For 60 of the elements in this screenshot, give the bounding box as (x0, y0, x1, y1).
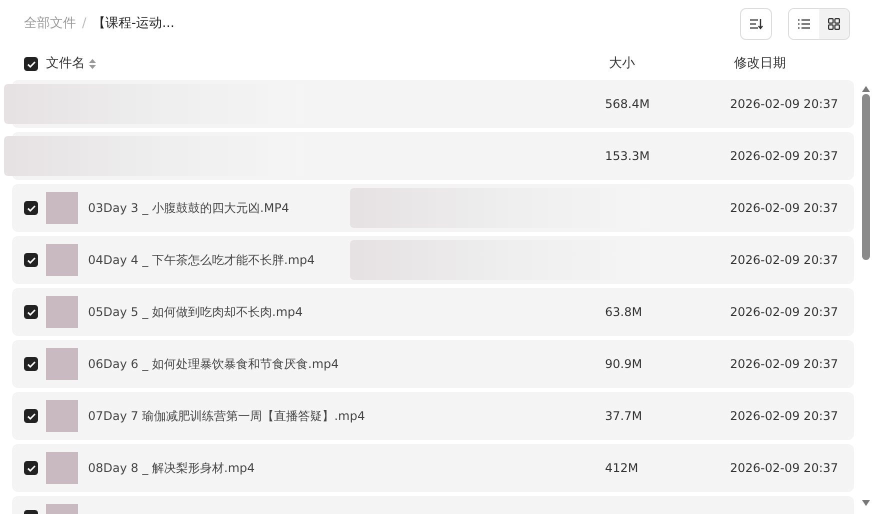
column-header[interactable]: 修改日期 (734, 56, 786, 72)
file-size: 153.3M (605, 149, 650, 163)
modified-date: 2026-02-09 20:37 (730, 305, 838, 319)
file-name: 05Day 5 _ 如何做到吃肉却不长肉.mp4 (88, 304, 304, 321)
file-name: 06Day 6 _ 如何处理暴饮暴食和节食厌食.mp4 (88, 356, 340, 373)
sort-arrows-icon[interactable] (89, 59, 96, 69)
video-thumbnail (46, 400, 78, 432)
scroll-down-icon[interactable] (862, 500, 870, 506)
scrollbar-thumb[interactable] (862, 94, 870, 260)
column-header[interactable]: 大小 (609, 56, 635, 72)
sort-icon (749, 18, 763, 30)
file-size: 90.9M (605, 357, 642, 371)
checkmark-icon (26, 308, 36, 316)
file-size: 63.8M (605, 305, 642, 319)
checkbox[interactable] (24, 57, 38, 71)
checkmark-icon (26, 60, 36, 68)
modified-date: 2026-02-09 20:37 (730, 357, 838, 371)
file-row[interactable]: 06Day 6 _ 如何处理暴饮暴食和节食厌食.mp4 90.9M 2026-02-09 20:37 (12, 340, 854, 388)
breadcrumb-separator: / (82, 15, 86, 34)
column-header[interactable]: 文件名 (46, 54, 85, 74)
checkbox[interactable] (24, 253, 38, 267)
breadcrumb-current: 【课程-运动... (92, 15, 174, 34)
checkbox[interactable] (24, 461, 38, 475)
modified-date: 2026-02-09 20:37 (730, 253, 838, 267)
file-name: 04Day 4 _ 下午茶怎么吃才能不长胖.mp4 (88, 252, 316, 269)
scroll-up-icon[interactable] (862, 86, 870, 92)
checkmark-icon (26, 256, 36, 264)
grid-view-button[interactable] (819, 9, 849, 39)
modified-date: 2026-02-09 20:37 (730, 409, 838, 423)
file-row[interactable]: 08Day 8 _ 解决梨形身材.mp4 412M 2026-02-09 20:37 (12, 444, 854, 492)
grid-icon (828, 18, 840, 30)
checkmark-icon (26, 464, 36, 472)
checkbox[interactable] (24, 409, 38, 423)
file-size: 37.7M (605, 409, 642, 423)
file-name: 08Day 8 _ 解决梨形身材.mp4 (88, 460, 256, 477)
checkmark-icon (26, 412, 36, 420)
checkbox[interactable] (24, 305, 38, 319)
modified-date: 2026-02-09 20:37 (730, 461, 838, 475)
video-thumbnail (46, 296, 78, 328)
video-thumbnail (46, 348, 78, 380)
checkmark-icon (26, 360, 36, 368)
modified-date: 2026-02-09 20:37 (730, 149, 838, 163)
file-size: 412M (605, 461, 638, 475)
file-size: 568.4M (605, 97, 650, 111)
file-row[interactable]: 07Day 7 瑜伽减肥训练营第一周【直播答疑】.mp4 37.7M 2026-02-09 20:37 (12, 392, 854, 440)
file-name: 03Day 3 _ 小腹鼓鼓的四大元凶.MP4 (88, 200, 290, 217)
modified-date: 2026-02-09 20:37 (730, 97, 838, 111)
video-thumbnail (46, 452, 78, 484)
checkmark-icon (26, 204, 36, 212)
file-row[interactable]: 03Day 3 _ 小腹鼓鼓的四大元凶.MP4 2026-02-09 20:37 (12, 184, 854, 232)
sort-button[interactable] (740, 8, 772, 40)
video-thumbnail (46, 244, 78, 276)
file-row[interactable]: 04Day 4 _ 下午茶怎么吃才能不长胖.mp4 2026-02-09 20:37 (12, 236, 854, 284)
checkbox[interactable] (24, 357, 38, 371)
file-name: 07Day 7 瑜伽减肥训练营第一周【直播答疑】.mp4 (88, 408, 366, 425)
modified-date: 2026-02-09 20:37 (730, 201, 838, 215)
list-icon (798, 19, 810, 29)
video-thumbnail (46, 192, 78, 224)
file-row[interactable]: 05Day 5 _ 如何做到吃肉却不长肉.mp4 63.8M 2026-02-09 20:37 (12, 288, 854, 336)
checkbox[interactable] (24, 201, 38, 215)
